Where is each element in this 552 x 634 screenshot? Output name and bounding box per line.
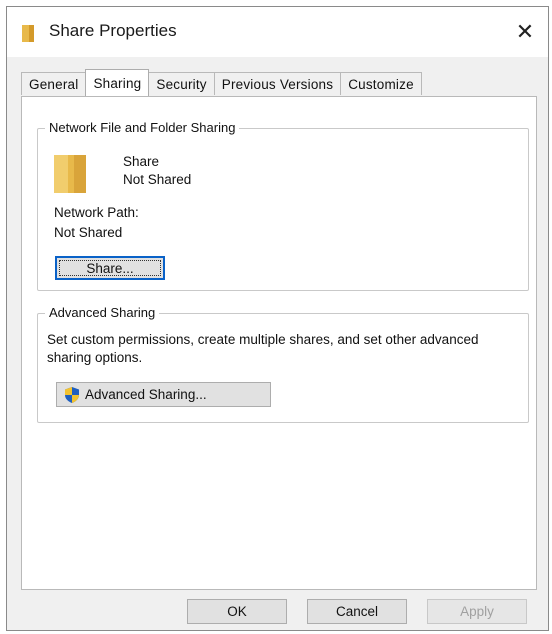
apply-button[interactable]: Apply <box>427 599 527 624</box>
advanced-sharing-button-label: Advanced Sharing... <box>85 387 207 402</box>
group-title: Network File and Folder Sharing <box>45 120 240 135</box>
network-path-label: Network Path: <box>54 205 139 220</box>
share-button[interactable]: Share... <box>55 256 165 280</box>
advanced-sharing-description: Set custom permissions, create multiple … <box>47 332 479 365</box>
tab-general[interactable]: General <box>21 72 87 95</box>
share-status: Not Shared <box>123 172 192 187</box>
network-path-value: Not Shared <box>54 225 123 240</box>
focus-rectangle <box>59 260 161 276</box>
group-title: Advanced Sharing <box>45 305 160 320</box>
advanced-sharing-group: Advanced Sharing Set custom permissions,… <box>37 305 529 423</box>
tab-customize[interactable]: Customize <box>340 72 422 95</box>
tab-strip: General Sharing Security Previous Versio… <box>21 69 422 96</box>
share-name: Share <box>123 154 160 169</box>
window-title: Share Properties <box>49 21 177 40</box>
tab-previous-versions[interactable]: Previous Versions <box>213 72 342 95</box>
tab-sharing[interactable]: Sharing <box>85 69 150 96</box>
sharing-tab-page: Network File and Folder Sharing Share No… <box>21 96 537 590</box>
uac-shield-icon <box>65 386 79 403</box>
advanced-sharing-button[interactable]: Advanced Sharing... <box>56 382 271 407</box>
network-sharing-group: Network File and Folder Sharing Share No… <box>37 120 529 291</box>
close-button[interactable]: ✕ <box>502 7 548 57</box>
folder-icon <box>22 25 34 42</box>
title-bar[interactable]: Share Properties ✕ <box>7 7 548 57</box>
folder-icon <box>54 155 86 193</box>
ok-button[interactable]: OK <box>187 599 287 624</box>
tab-security[interactable]: Security <box>148 72 215 95</box>
share-properties-dialog: Share Properties ✕ General Sharing Secur… <box>6 6 549 631</box>
cancel-button[interactable]: Cancel <box>307 599 407 624</box>
